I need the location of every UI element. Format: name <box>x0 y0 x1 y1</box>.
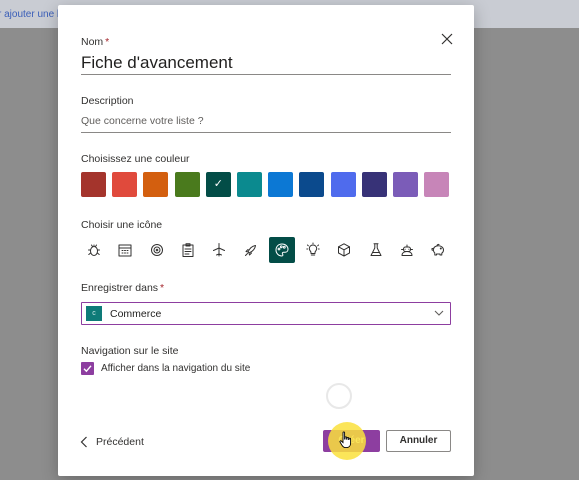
rocket-icon <box>244 245 256 256</box>
description-label: Description <box>81 95 134 107</box>
navigation-label: Navigation sur le site <box>81 345 179 357</box>
icon-option[interactable] <box>300 237 326 263</box>
robot-icon <box>401 244 413 256</box>
icon-option[interactable] <box>144 237 170 263</box>
color-picker: ✓ <box>81 172 453 198</box>
click-ripple <box>326 383 352 409</box>
color-swatch[interactable] <box>299 172 325 197</box>
airplane-icon <box>213 243 226 257</box>
background-link: r ajouter une lis <box>0 9 67 20</box>
previous-button[interactable]: Précédent <box>80 435 144 449</box>
icon-option[interactable] <box>112 237 138 263</box>
icon-option[interactable] <box>175 237 201 263</box>
icon-picker <box>81 237 453 265</box>
color-swatch[interactable] <box>81 172 106 197</box>
color-swatch[interactable] <box>174 172 200 197</box>
chevron-left-icon <box>80 436 87 448</box>
icon-option[interactable] <box>425 237 451 263</box>
lightbulb-icon <box>306 242 320 256</box>
close-icon <box>441 33 453 45</box>
create-button[interactable]: Créer <box>323 430 380 452</box>
site-avatar: c <box>86 306 102 321</box>
show-in-nav-checkbox[interactable] <box>81 362 94 375</box>
cube-icon <box>338 243 351 257</box>
color-swatch[interactable] <box>393 172 418 197</box>
target-icon <box>150 244 163 256</box>
site-select-value: Commerce <box>110 308 162 320</box>
color-swatch[interactable]: ✓ <box>205 172 231 197</box>
previous-label: Précédent <box>96 436 144 448</box>
icon-option[interactable] <box>331 237 357 263</box>
icon-option[interactable] <box>206 237 232 263</box>
color-swatch[interactable] <box>237 172 262 197</box>
icon-option[interactable] <box>81 237 107 263</box>
cancel-button[interactable]: Annuler <box>386 430 451 452</box>
close-button[interactable] <box>440 32 454 46</box>
list-name-input[interactable]: Fiche d'avancement <box>81 52 451 75</box>
palette-icon <box>275 243 289 257</box>
flask-icon <box>370 243 382 256</box>
color-swatch[interactable] <box>112 172 138 197</box>
icon-label: Choisir une icône <box>81 219 163 231</box>
create-list-dialog: Nom * Fiche d'avancement Description Que … <box>58 5 474 476</box>
name-label: Nom * <box>81 36 110 48</box>
checkmark-icon: ✓ <box>213 178 223 190</box>
bug-icon <box>88 244 100 256</box>
color-label: Choisissez une couleur <box>81 153 190 165</box>
show-in-nav-label[interactable]: Afficher dans la navigation du site <box>101 363 250 374</box>
color-swatch[interactable] <box>330 172 356 197</box>
color-swatch[interactable] <box>424 172 450 197</box>
icon-option[interactable] <box>363 237 389 263</box>
save-in-label: Enregistrer dans * <box>81 282 165 294</box>
calendar-icon <box>118 244 132 257</box>
clipboard-icon <box>182 243 194 257</box>
description-input[interactable]: Que concerne votre liste ? <box>81 115 451 133</box>
chevron-down-icon <box>434 310 444 316</box>
icon-option[interactable] <box>268 237 295 263</box>
piggy-bank-icon <box>431 243 445 256</box>
color-swatch[interactable] <box>361 172 387 197</box>
icon-option[interactable] <box>238 237 264 263</box>
icon-option[interactable] <box>394 237 420 263</box>
checkmark-icon <box>83 365 92 373</box>
color-swatch[interactable] <box>143 172 169 197</box>
color-swatch[interactable] <box>268 172 294 197</box>
site-select[interactable]: c Commerce <box>81 302 451 325</box>
